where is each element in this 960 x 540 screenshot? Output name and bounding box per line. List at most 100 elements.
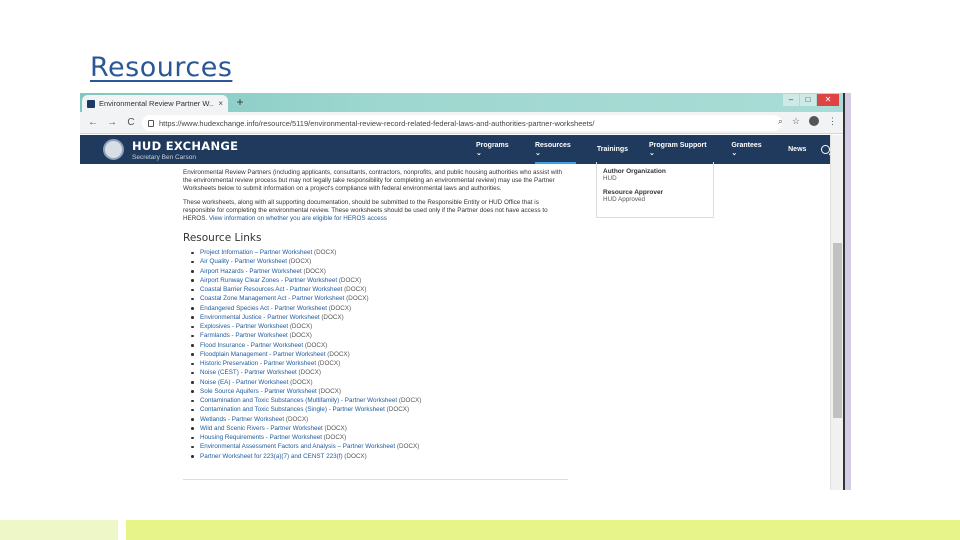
file-type-label: (DOCX)	[326, 304, 352, 312]
zoom-icon[interactable]: ⌕	[778, 116, 783, 127]
list-item: Sole Source Aquifers - Partner Worksheet…	[191, 387, 568, 396]
footer-bar-left	[0, 520, 118, 540]
resource-details-box: Author Organization HUD Resource Approve…	[596, 162, 714, 218]
list-item: Floodplain Management - Partner Workshee…	[191, 350, 568, 359]
author-label: Author Organization	[603, 168, 666, 175]
list-item: Environmental Justice - Partner Workshee…	[191, 313, 568, 322]
submission-paragraph: These worksheets, along with all support…	[183, 199, 568, 224]
scrollbar-thumb[interactable]	[833, 243, 842, 418]
account-icon[interactable]	[809, 116, 819, 126]
forward-arrow-icon[interactable]: →	[105, 117, 119, 128]
file-type-label: (DOCX)	[316, 387, 341, 395]
reload-icon[interactable]: C	[124, 117, 138, 128]
address-bar[interactable]: https://www.hudexchange.info/resource/51…	[142, 115, 782, 131]
file-type-label: (DOCX)	[288, 378, 313, 386]
resource-link[interactable]: Wild and Scenic Rivers - Partner Workshe…	[200, 425, 323, 432]
list-item: Environmental Assessment Factors and Ana…	[191, 442, 568, 451]
back-arrow-icon[interactable]: ←	[86, 117, 100, 128]
resource-links-list: Project Information – Partner Worksheet …	[191, 248, 568, 461]
resource-link[interactable]: Noise (EA) - Partner Worksheet	[200, 379, 288, 386]
main-content: Environmental Review Partners (including…	[183, 169, 568, 461]
window-controls: – □ ✕	[782, 94, 839, 106]
resource-link[interactable]: Endangered Species Act - Partner Workshe…	[200, 305, 327, 312]
search-icon[interactable]	[821, 145, 830, 154]
resource-link[interactable]: Coastal Barrier Resources Act - Partner …	[200, 286, 342, 293]
list-item: Contamination and Toxic Substances (Sing…	[191, 405, 568, 414]
maximize-button[interactable]: □	[800, 94, 816, 106]
approver-value: HUD Approved	[603, 196, 645, 203]
file-type-label: (DOCX)	[284, 415, 309, 423]
nav-trainings[interactable]: Trainings	[597, 146, 628, 153]
browser-screenshot: Environmental Review Partner W... × + – …	[80, 93, 845, 490]
resource-link[interactable]: Wetlands - Partner Worksheet	[200, 416, 284, 423]
nav-programs[interactable]: Programs ⌄	[476, 142, 514, 157]
site-header: HUD EXCHANGE Secretary Ben Carson Progra…	[80, 135, 830, 164]
nav-grantees[interactable]: Grantees ⌄	[731, 142, 767, 157]
page-scrollbar[interactable]	[830, 135, 843, 490]
resource-link[interactable]: Historic Preservation - Partner Workshee…	[200, 360, 316, 367]
heros-eligibility-link[interactable]: View information on whether you are elig…	[209, 215, 387, 222]
browser-tab[interactable]: Environmental Review Partner W... ×	[82, 95, 228, 112]
nav-resources[interactable]: Resources ⌄	[534, 142, 576, 164]
toolbar-actions: ⌕ ☆ ⋮	[778, 116, 837, 127]
resource-link[interactable]: Airport Hazards - Partner Worksheet	[200, 268, 302, 275]
resource-link[interactable]: Coastal Zone Management Act - Partner Wo…	[200, 295, 344, 302]
decorative-strip	[845, 93, 851, 490]
file-type-label: (DOCX)	[303, 341, 328, 349]
resource-link[interactable]: Airport Runway Clear Zones - Partner Wor…	[200, 277, 337, 284]
close-window-button[interactable]: ✕	[817, 94, 839, 106]
list-item: Coastal Zone Management Act - Partner Wo…	[191, 294, 568, 303]
file-type-label: (DOCX)	[342, 452, 367, 460]
nav-program-support[interactable]: Program Support ⌄	[649, 142, 710, 157]
resource-link[interactable]: Partner Worksheet for 223(a)(7) and CENS…	[200, 453, 343, 460]
file-type-label: (DOCX)	[312, 249, 337, 257]
brand-name: HUD EXCHANGE	[132, 139, 239, 153]
resource-link[interactable]: Project Information – Partner Worksheet	[200, 249, 312, 256]
list-item: Noise (CEST) - Partner Worksheet (DOCX)	[191, 368, 568, 377]
resource-link[interactable]: Sole Source Aquifers - Partner Worksheet	[200, 388, 317, 395]
site-brand[interactable]: HUD EXCHANGE Secretary Ben Carson	[132, 139, 238, 161]
main-nav: Programs ⌄ Resources ⌄ Trainings Program…	[476, 135, 830, 164]
file-type-label: (DOCX)	[287, 258, 312, 266]
list-item: Wetlands - Partner Worksheet (DOCX)	[191, 415, 568, 424]
new-tab-button[interactable]: +	[233, 96, 247, 109]
resource-link[interactable]: Floodplain Management - Partner Workshee…	[200, 351, 326, 358]
list-item: Wild and Scenic Rivers - Partner Workshe…	[191, 424, 568, 433]
list-item: Project Information – Partner Worksheet …	[191, 248, 568, 257]
resource-link[interactable]: Flood Insurance - Partner Worksheet	[200, 342, 303, 349]
brand-subtitle: Secretary Ben Carson	[132, 154, 196, 161]
file-type-label: (DOCX)	[287, 332, 312, 340]
list-item: Noise (EA) - Partner Worksheet (DOCX)	[191, 378, 568, 387]
resource-link[interactable]: Housing Requirements - Partner Worksheet	[200, 434, 322, 441]
resource-link[interactable]: Contamination and Toxic Substances (Mult…	[200, 397, 397, 404]
resource-link[interactable]: Contamination and Toxic Substances (Sing…	[200, 406, 385, 413]
url-text[interactable]: https://www.hudexchange.info/resource/51…	[159, 119, 595, 128]
list-item: Coastal Barrier Resources Act - Partner …	[191, 285, 568, 294]
list-item: Partner Worksheet for 223(a)(7) and CENS…	[191, 452, 568, 461]
author-value: HUD	[603, 175, 617, 182]
file-type-label: (DOCX)	[395, 443, 420, 451]
intro-paragraph: Environmental Review Partners (including…	[183, 169, 563, 193]
browser-menu-icon[interactable]: ⋮	[828, 116, 837, 127]
file-type-label: (DOCX)	[342, 286, 367, 294]
file-type-label: (DOCX)	[288, 323, 313, 331]
resource-link[interactable]: Noise (CEST) - Partner Worksheet	[200, 369, 297, 376]
minimize-button[interactable]: –	[783, 94, 799, 106]
list-item: Air Quality - Partner Worksheet (DOCX)	[191, 257, 568, 266]
file-type-label: (DOCX)	[319, 313, 344, 321]
list-item: Flood Insurance - Partner Worksheet (DOC…	[191, 341, 568, 350]
hud-seal-icon[interactable]	[103, 139, 124, 160]
page-body: Environmental Review Partners (including…	[80, 162, 830, 490]
tab-close-icon[interactable]: ×	[218, 99, 223, 108]
file-type-label: (DOCX)	[316, 360, 341, 368]
list-item: Endangered Species Act - Partner Workshe…	[191, 304, 568, 313]
resource-link[interactable]: Environmental Assessment Factors and Ana…	[200, 443, 395, 450]
browser-toolbar: ← → C https://www.hudexchange.info/resou…	[80, 112, 843, 134]
resource-link[interactable]: Environmental Justice - Partner Workshee…	[200, 314, 320, 321]
approver-label: Resource Approver	[603, 189, 664, 196]
bookmark-star-icon[interactable]: ☆	[792, 116, 800, 127]
resource-link[interactable]: Air Quality - Partner Worksheet	[200, 258, 287, 265]
nav-news[interactable]: News	[788, 146, 806, 153]
resource-link[interactable]: Farmlands - Partner Worksheet	[200, 332, 288, 339]
resource-link[interactable]: Explosives - Partner Worksheet	[200, 323, 288, 330]
